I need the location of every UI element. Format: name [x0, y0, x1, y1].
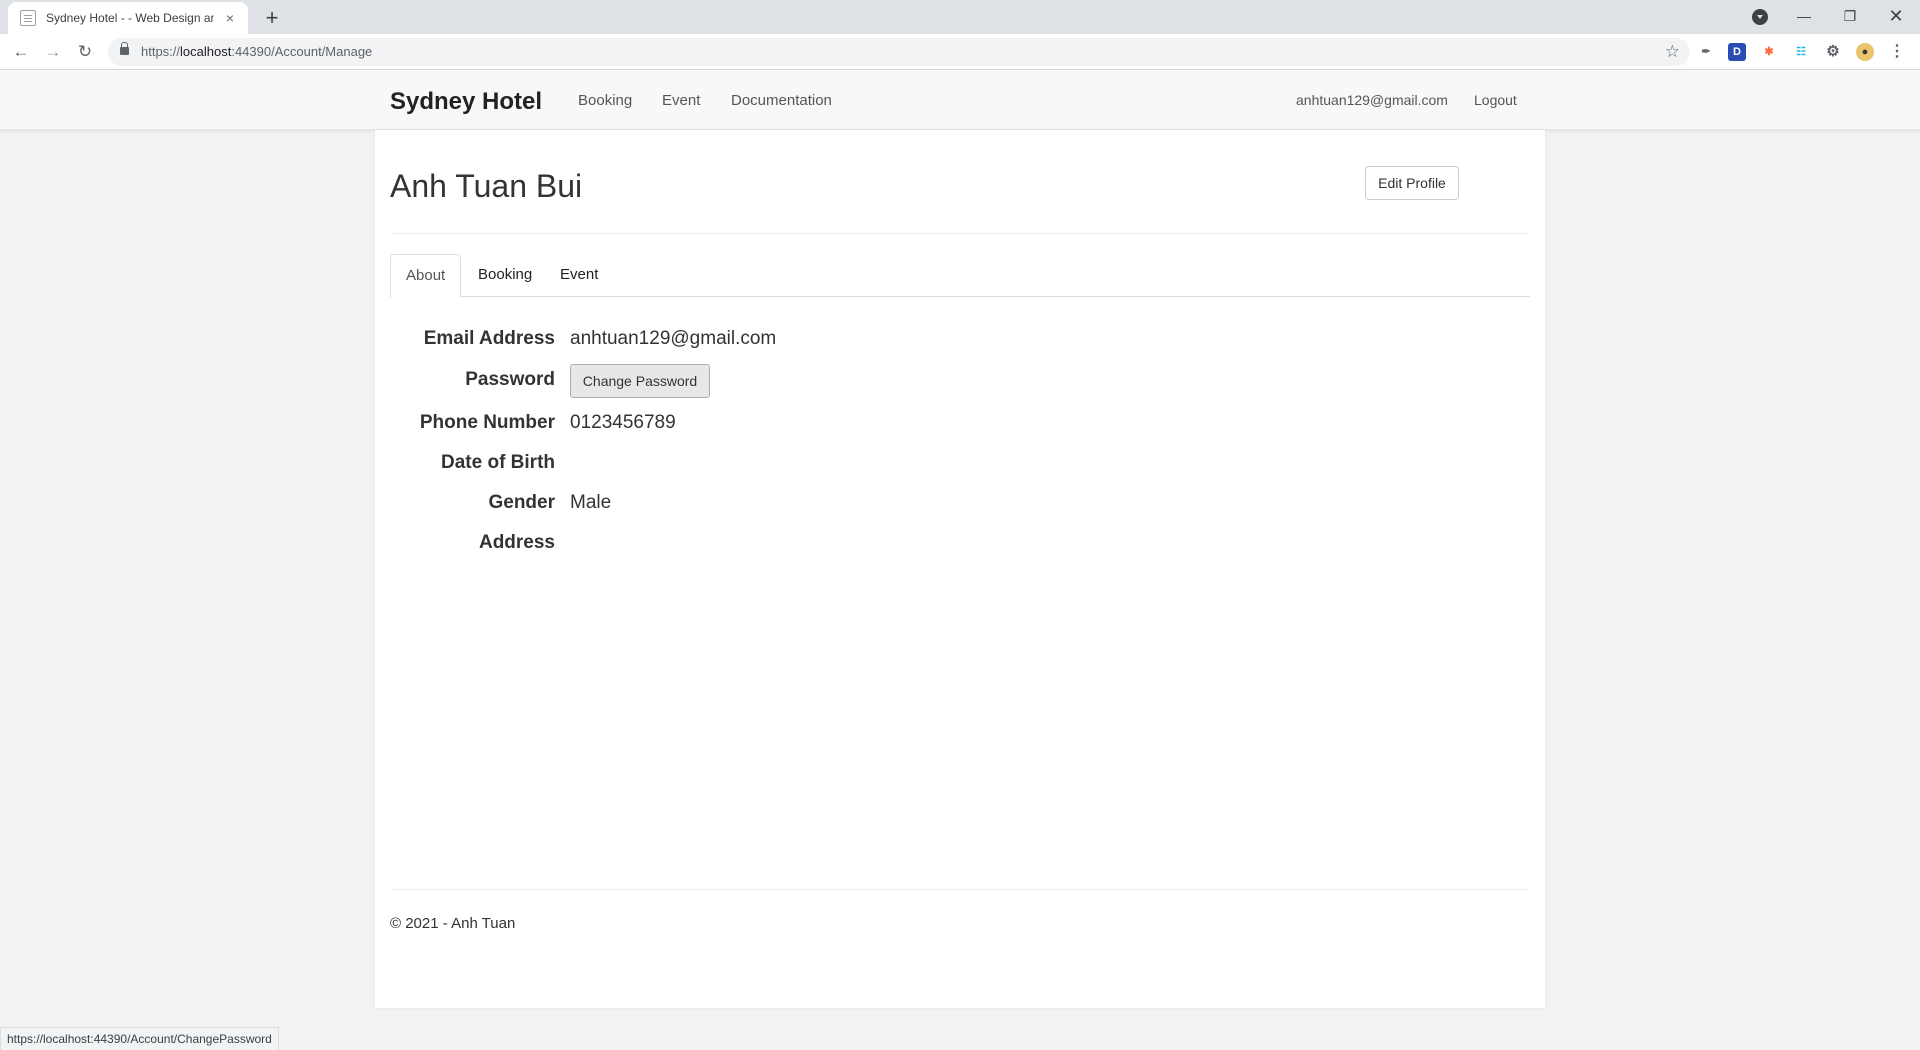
browser-tabstrip: Sydney Hotel - - Web Design and × + — ❐ … [0, 0, 1920, 34]
phone-value: 0123456789 [570, 412, 676, 433]
site-navbar: Sydney Hotel Booking Event Documentation… [0, 70, 1920, 130]
password-label: Password [465, 369, 555, 390]
new-tab-button[interactable]: + [258, 4, 286, 32]
site-footer: © 2021 - Anh Tuan [390, 915, 516, 932]
extensions-puzzle-icon[interactable]: ⚙ [1824, 43, 1842, 61]
bookmark-star-icon[interactable]: ☆ [1665, 42, 1680, 62]
profile-panel: Anh Tuan Bui Edit Profile About Booking … [375, 130, 1545, 1008]
dob-label: Date of Birth [441, 452, 555, 473]
gender-value: Male [570, 492, 612, 513]
field-phone: Phone Number 0123456789 [390, 408, 1530, 438]
restore-icon[interactable]: ❐ [1828, 0, 1872, 34]
back-arrow-icon[interactable]: ← [9, 40, 33, 64]
url-text: https://localhost:44390/Account/Manage [141, 44, 373, 59]
address-bar[interactable]: https://localhost:44390/Account/Manage ☆ [108, 38, 1690, 66]
field-address: Address [390, 528, 1530, 558]
email-value: anhtuan129@gmail.com [570, 328, 777, 349]
reload-icon[interactable]: ↻ [73, 40, 97, 64]
share-extension-icon[interactable]: ✱ [1760, 43, 1778, 61]
browser-menu-icon[interactable]: ⋮ [1888, 43, 1906, 61]
email-label: Email Address [423, 328, 555, 349]
tab-search-icon[interactable] [1752, 9, 1768, 25]
footer-divider [390, 889, 1530, 890]
profile-avatar-icon[interactable]: ● [1856, 43, 1874, 61]
tab-event[interactable]: Event [545, 254, 613, 297]
gender-label: Gender [488, 492, 555, 513]
change-password-button[interactable]: Change Password [570, 364, 710, 398]
site-brand[interactable]: Sydney Hotel [390, 88, 542, 116]
address-label: Address [478, 532, 555, 553]
phone-label: Phone Number [419, 412, 555, 433]
nav-link-event[interactable]: Event [662, 92, 700, 109]
nav-user-email[interactable]: anhtuan129@gmail.com [1296, 92, 1448, 108]
browser-tab-title: Sydney Hotel - - Web Design and [46, 11, 214, 25]
field-gender: Gender Male [390, 488, 1530, 518]
nav-link-documentation[interactable]: Documentation [731, 92, 832, 109]
page-title: Anh Tuan Bui [390, 168, 583, 204]
eyedropper-extension-icon[interactable]: ✒ [1697, 43, 1715, 61]
profile-tabs: About Booking Event [390, 254, 1530, 298]
nav-link-booking[interactable]: Booking [578, 92, 632, 109]
field-email: Email Address anhtuan129@gmail.com [390, 324, 1530, 354]
field-date-of-birth: Date of Birth [390, 448, 1530, 478]
page-favicon-icon [20, 10, 36, 26]
tab-close-icon[interactable]: × [222, 10, 238, 26]
cup-extension-icon[interactable]: ☷ [1792, 43, 1810, 61]
tab-about[interactable]: About [390, 254, 462, 298]
status-url-bar: https://localhost:44390/Account/ChangePa… [0, 1027, 279, 1050]
field-password: Password Change Password [390, 364, 1530, 398]
dashlane-extension-icon[interactable]: D [1728, 43, 1746, 61]
browser-tab[interactable]: Sydney Hotel - - Web Design and × [8, 2, 248, 34]
browser-toolbar: ← → ↻ https://localhost:44390/Account/Ma… [0, 34, 1920, 70]
minimize-icon[interactable]: — [1782, 0, 1826, 34]
page-viewport: Sydney Hotel Booking Event Documentation… [0, 70, 1920, 1050]
edit-profile-button[interactable]: Edit Profile [1365, 166, 1459, 200]
divider [390, 233, 1530, 234]
lock-icon[interactable] [120, 42, 129, 55]
nav-logout-link[interactable]: Logout [1474, 92, 1517, 108]
forward-arrow-icon[interactable]: → [41, 40, 65, 64]
tab-booking[interactable]: Booking [463, 254, 547, 297]
window-close-icon[interactable]: ✕ [1874, 0, 1918, 34]
